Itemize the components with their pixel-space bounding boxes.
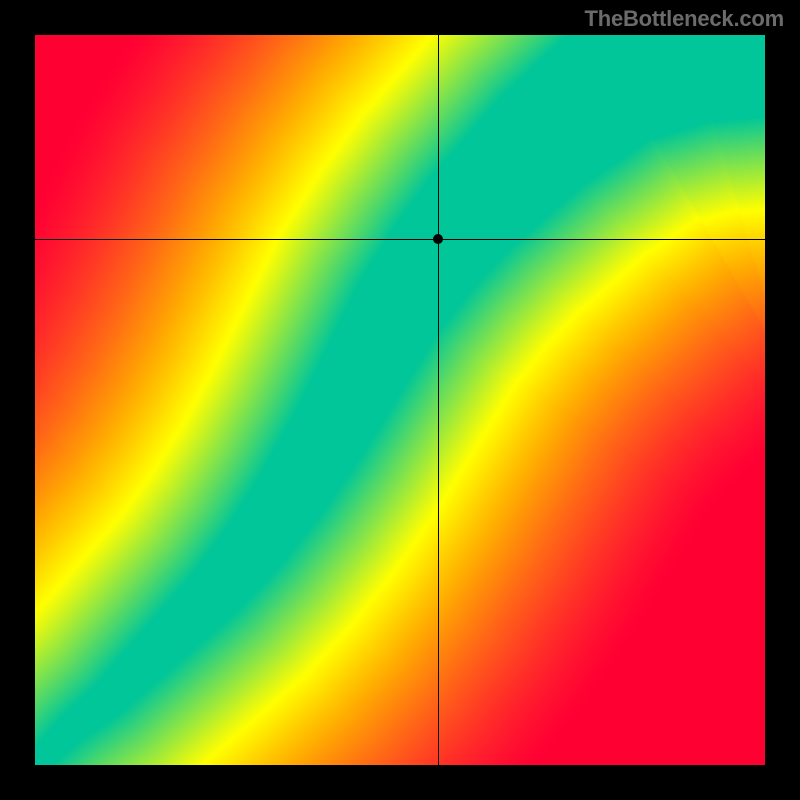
- crosshair-horizontal-line: [35, 239, 765, 240]
- crosshair-dot: [433, 234, 443, 244]
- heatmap-plot: [35, 35, 765, 765]
- watermark-text: TheBottleneck.com: [584, 6, 784, 32]
- heatmap-canvas: [35, 35, 765, 765]
- crosshair-vertical-line: [438, 35, 439, 765]
- chart-frame: TheBottleneck.com: [0, 0, 800, 800]
